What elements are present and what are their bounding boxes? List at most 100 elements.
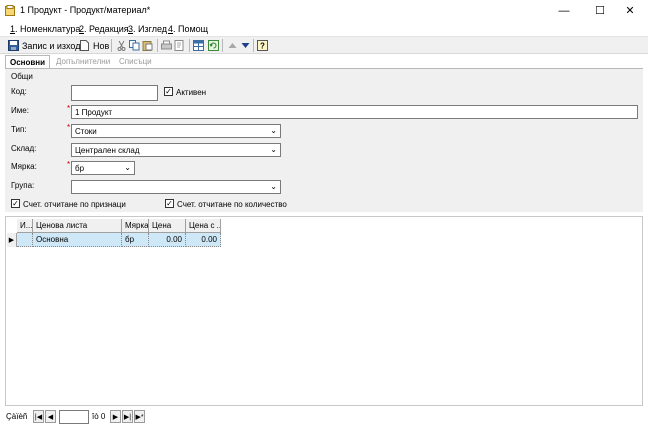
cut-icon[interactable]: [116, 40, 127, 51]
svg-text:?: ?: [260, 42, 265, 51]
new-label: Нов: [93, 40, 110, 51]
record-label: Çàïèñ: [6, 412, 28, 421]
toolbar-separator: [222, 39, 223, 52]
chevron-down-icon: ⌄: [270, 182, 277, 191]
first-record-button[interactable]: |◀: [33, 410, 44, 423]
price-grid: И... Ценова листа Мярка Цена Цена с ... …: [5, 216, 643, 406]
by-quantity-checkbox[interactable]: ✓: [165, 199, 174, 208]
by-attributes-label: Счет. отчитане по признаци: [23, 200, 126, 209]
maximize-button[interactable]: ☐: [584, 0, 616, 21]
minimize-button[interactable]: —: [548, 0, 580, 21]
active-label: Активен: [176, 88, 207, 97]
table-icon[interactable]: [193, 40, 204, 51]
print-preview-icon[interactable]: [174, 40, 185, 51]
cell-price-list[interactable]: Основна: [33, 233, 122, 247]
title-bar: 1 Продукт - Продукт/материал* — ☐ ✕: [0, 0, 648, 21]
previous-record-button[interactable]: ◀: [45, 410, 56, 423]
column-header-price[interactable]: Цена: [149, 219, 186, 233]
record-count-label: îò 0: [92, 412, 106, 421]
toolbar-separator: [253, 39, 254, 52]
maximize-icon: ☐: [595, 5, 605, 17]
toolbar-separator: [111, 39, 112, 52]
close-icon: ✕: [625, 5, 635, 17]
toolbar-separator: [157, 39, 158, 52]
code-input[interactable]: [71, 85, 158, 101]
new-button[interactable]: Нов: [79, 38, 109, 53]
tab-main-label: Основни: [10, 58, 46, 67]
unit-select-value: бр: [75, 164, 85, 173]
unit-select[interactable]: бр ⌄: [71, 161, 135, 175]
next-record-icon: ▶: [112, 413, 119, 421]
type-select-value: Стоки: [75, 127, 97, 136]
menu-help-label: . Помощ: [173, 24, 209, 34]
menu-nomenclature[interactable]: 1. Номенклатура: [10, 24, 80, 34]
menu-bar: 1. Номенклатура 2. Редакция 3. Изглед 4.…: [0, 21, 648, 37]
record-number-input[interactable]: [59, 410, 89, 424]
group-select[interactable]: ⌄: [71, 180, 281, 194]
first-record-icon: |◀: [34, 413, 43, 421]
last-record-button[interactable]: ▶|: [122, 410, 133, 423]
group-label: Група:: [11, 181, 35, 190]
required-marker: *: [67, 160, 71, 169]
column-header-price-with[interactable]: Цена с ...: [186, 219, 221, 233]
copy-icon[interactable]: [129, 40, 140, 51]
tab-additional[interactable]: Допълнителни: [56, 55, 110, 69]
by-attributes-checkbox[interactable]: ✓: [11, 199, 20, 208]
name-input[interactable]: 1 Продукт: [71, 105, 638, 119]
next-record-button[interactable]: ▶: [110, 410, 121, 423]
paste-icon[interactable]: [142, 40, 153, 51]
menu-view-label: . Изглед: [133, 24, 168, 34]
arrow-down-icon[interactable]: [240, 40, 251, 51]
new-record-icon: ▶*: [135, 413, 144, 421]
app-icon: [5, 5, 15, 16]
type-select[interactable]: Стоки ⌄: [71, 124, 281, 138]
type-label: Тип:: [11, 125, 27, 134]
toolbar: Запис и изход Нов ?: [0, 37, 648, 54]
chevron-down-icon: ⌄: [124, 163, 131, 172]
menu-edit[interactable]: 2. Редакция: [79, 24, 129, 34]
unit-label: Мярка:: [11, 162, 37, 171]
close-button[interactable]: ✕: [614, 0, 646, 21]
warehouse-select-value: Централен склад: [75, 146, 140, 155]
new-record-button[interactable]: ▶*: [134, 410, 145, 423]
menu-nomenclature-label: . Номенклатура: [15, 24, 81, 34]
cell-unit[interactable]: бр: [122, 233, 149, 247]
checkmark-icon: ✓: [12, 198, 19, 208]
arrow-up-icon[interactable]: [227, 40, 238, 51]
chevron-down-icon: ⌄: [270, 126, 277, 135]
record-navigator: Çàïèñ |◀ ◀ îò 0 ▶ ▶| ▶*: [0, 407, 648, 428]
checkmark-icon: ✓: [166, 198, 173, 208]
warehouse-label: Склад:: [11, 144, 37, 153]
last-record-icon: ▶|: [123, 413, 132, 421]
toolbar-separator: [189, 39, 190, 52]
save-and-exit-label: Запис и изход: [22, 40, 81, 51]
previous-record-icon: ◀: [47, 413, 54, 421]
cell-price[interactable]: 0.00: [149, 233, 186, 247]
warehouse-select[interactable]: Централен склад ⌄: [71, 143, 281, 157]
group-title: Общи: [11, 72, 33, 81]
minimize-icon: —: [558, 4, 570, 17]
help-icon[interactable]: ?: [257, 40, 268, 51]
save-and-exit-button[interactable]: Запис и изход: [8, 38, 80, 53]
current-row-icon: ▶: [7, 233, 17, 247]
checkmark-icon: ✓: [165, 86, 172, 96]
print-icon[interactable]: [161, 40, 172, 51]
tab-lists[interactable]: Списъци: [119, 55, 152, 69]
refresh-icon[interactable]: [208, 40, 219, 51]
column-header-price-list[interactable]: Ценова листа: [33, 219, 122, 233]
column-header-unit[interactable]: Мярка: [122, 219, 149, 233]
general-panel: Общи Код: ✓ Активен Име: * 1 Продукт Тип…: [5, 69, 643, 212]
tab-main[interactable]: Основни: [5, 55, 51, 69]
chevron-down-icon: ⌄: [270, 145, 277, 154]
cell-id[interactable]: [17, 233, 33, 247]
required-marker: *: [67, 123, 71, 132]
active-checkbox[interactable]: ✓: [164, 87, 173, 96]
menu-help[interactable]: 4. Помощ: [168, 24, 208, 34]
tab-additional-label: Допълнителни: [56, 57, 111, 66]
cell-price-with[interactable]: 0.00: [186, 233, 221, 247]
menu-edit-label: . Редакция: [84, 24, 129, 34]
code-label: Код:: [11, 87, 27, 96]
name-label: Име:: [11, 106, 29, 115]
column-header-id[interactable]: И...: [17, 219, 33, 233]
menu-view[interactable]: 3. Изглед: [128, 24, 167, 34]
